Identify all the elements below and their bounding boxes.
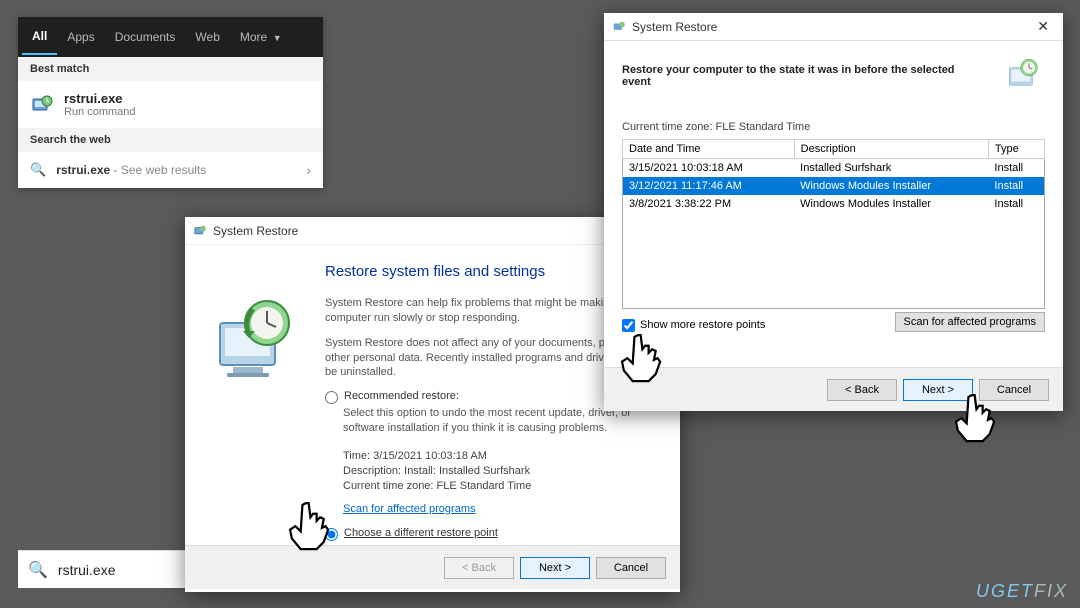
col-description[interactable]: Description: [794, 140, 988, 159]
search-icon: 🔍: [28, 560, 48, 580]
system-restore-wizard-list: System Restore ✕ Restore your computer t…: [604, 13, 1063, 411]
radio-recommended[interactable]: [325, 391, 338, 404]
system-restore-icon: [612, 20, 626, 34]
best-match-title: rstrui.exe: [64, 91, 136, 106]
web-result-text: rstrui.exe - See web results: [56, 163, 206, 177]
system-restore-icon: [1003, 55, 1045, 97]
search-icon: 🔍: [30, 162, 46, 178]
wizard-heading: Restore your computer to the state it wa…: [622, 64, 972, 88]
window-title: System Restore: [632, 20, 717, 34]
radio-different-point[interactable]: [325, 528, 338, 541]
timezone-label: Current time zone: FLE Standard Time: [622, 121, 1045, 133]
table-row[interactable]: 3/15/2021 10:03:18 AMInstalled Surfshark…: [623, 159, 1045, 178]
table-row[interactable]: 3/12/2021 11:17:46 AMWindows Modules Ins…: [623, 177, 1045, 195]
restore-details: Time: 3/15/2021 10:03:18 AM Description:…: [343, 450, 664, 492]
window-titlebar: System Restore ✕: [604, 13, 1063, 41]
next-button[interactable]: Next >: [520, 557, 590, 579]
back-button[interactable]: < Back: [827, 379, 897, 401]
cancel-button[interactable]: Cancel: [979, 379, 1049, 401]
best-match-item[interactable]: rstrui.exe Run command: [18, 81, 323, 128]
next-button[interactable]: Next >: [903, 379, 973, 401]
best-match-header: Best match: [18, 57, 323, 81]
tab-more[interactable]: More ▼: [230, 20, 292, 54]
table-row[interactable]: 3/8/2021 3:38:22 PMWindows Modules Insta…: [623, 195, 1045, 213]
watermark: UGETFIX: [976, 581, 1068, 602]
wizard-icon-area: [185, 263, 325, 537]
back-button: < Back: [444, 557, 514, 579]
scan-affected-link[interactable]: Scan for affected programs: [343, 503, 475, 515]
search-panel: All Apps Documents Web More ▼ Best match…: [18, 17, 323, 188]
search-tabs: All Apps Documents Web More ▼: [18, 17, 323, 57]
wizard-footer: < Back Next > Cancel: [185, 545, 680, 589]
col-date[interactable]: Date and Time: [623, 140, 795, 159]
radio-different-label: Choose a different restore point: [344, 527, 498, 539]
show-more-label: Show more restore points: [640, 319, 765, 331]
col-type[interactable]: Type: [988, 140, 1044, 159]
chevron-down-icon: ▼: [270, 33, 281, 43]
cancel-button[interactable]: Cancel: [596, 557, 666, 579]
wizard-footer: < Back Next > Cancel: [604, 367, 1063, 411]
system-restore-icon: [30, 93, 54, 117]
scan-affected-button[interactable]: Scan for affected programs: [895, 312, 1045, 332]
close-button[interactable]: ✕: [1031, 18, 1055, 35]
best-match-subtitle: Run command: [64, 106, 136, 118]
tab-apps[interactable]: Apps: [57, 20, 104, 54]
tab-all[interactable]: All: [22, 19, 57, 55]
tab-web[interactable]: Web: [185, 20, 229, 54]
web-result-item[interactable]: 🔍 rstrui.exe - See web results ›: [18, 152, 323, 188]
tab-documents[interactable]: Documents: [105, 20, 186, 54]
restore-points-table[interactable]: Date and Time Description Type 3/15/2021…: [622, 139, 1045, 309]
search-web-header: Search the web: [18, 128, 323, 152]
show-more-checkbox[interactable]: [622, 319, 635, 332]
window-title: System Restore: [213, 224, 298, 238]
system-restore-icon: [193, 224, 207, 238]
radio-recommended-label: Recommended restore:: [344, 390, 459, 402]
chevron-right-icon: ›: [306, 162, 311, 178]
system-restore-large-icon: [205, 293, 305, 393]
